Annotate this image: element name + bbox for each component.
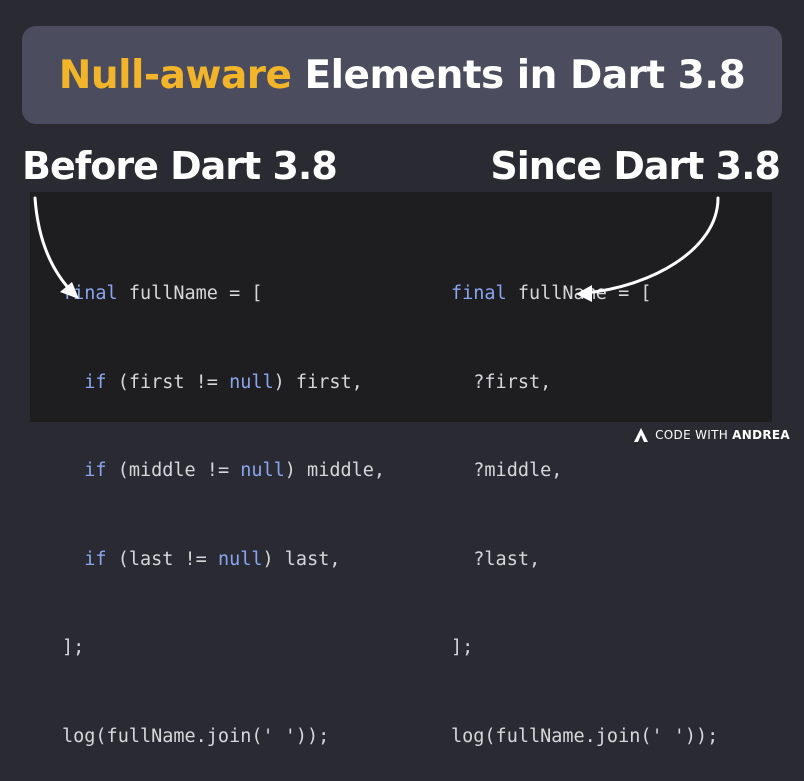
- code-with-andrea-logo-icon: [634, 428, 649, 442]
- brand-name-part2: ANDREA: [732, 428, 790, 442]
- brand-name: CODE WITH ANDREA: [655, 428, 790, 442]
- title-rest: Elements in Dart 3.8: [291, 52, 746, 98]
- code-text: fullName = [: [117, 283, 263, 304]
- code-keyword: if: [84, 548, 107, 570]
- code-text: (first !=: [106, 371, 230, 393]
- code-keyword: if: [84, 460, 107, 481]
- code-line: ];: [62, 637, 85, 658]
- code-keyword: null: [240, 460, 285, 481]
- page-title: Null-aware Elements in Dart 3.8: [58, 52, 746, 98]
- code-text: (middle !=: [106, 460, 241, 481]
- code-text: ) middle,: [284, 460, 386, 481]
- code-line: if (first != null) first,: [62, 368, 385, 398]
- code-keyword: null: [217, 548, 263, 570]
- code-line: ?last,: [451, 548, 541, 570]
- brand: CODE WITH ANDREA: [633, 427, 790, 443]
- code-text: fullName = [: [506, 283, 652, 304]
- code-keyword: null: [229, 371, 274, 393]
- code-line: log(fullName.join(' '));: [451, 725, 719, 747]
- code-before: final fullName = [ if (first != null) fi…: [62, 220, 385, 781]
- code-line: log(fullName.join(' '));: [62, 725, 330, 747]
- code-keyword: final: [451, 283, 507, 304]
- code-line: if (last != null) last,: [62, 545, 385, 575]
- code-line: ];: [451, 637, 474, 658]
- since-label: Since Dart 3.8: [490, 144, 781, 188]
- code-line: ?first,: [451, 371, 552, 393]
- code-keyword: final: [62, 283, 118, 304]
- code-keyword: if: [84, 371, 107, 393]
- code-text: (last !=: [106, 548, 218, 570]
- code-text: ) last,: [262, 548, 341, 570]
- title-highlight: Null-aware: [58, 52, 292, 98]
- before-label: Before Dart 3.8: [22, 144, 338, 188]
- code-line: if (middle != null) middle,: [62, 456, 385, 486]
- code-line: ?middle,: [451, 460, 563, 481]
- code-line: final fullName = [: [62, 279, 385, 309]
- title-banner: Null-aware Elements in Dart 3.8: [22, 26, 782, 124]
- code-text: ) first,: [273, 371, 363, 393]
- code-after: final fullName = [ ?first, ?middle, ?las…: [451, 220, 718, 781]
- brand-name-part1: CODE WITH: [655, 428, 733, 442]
- code-line: final fullName = [: [451, 279, 718, 309]
